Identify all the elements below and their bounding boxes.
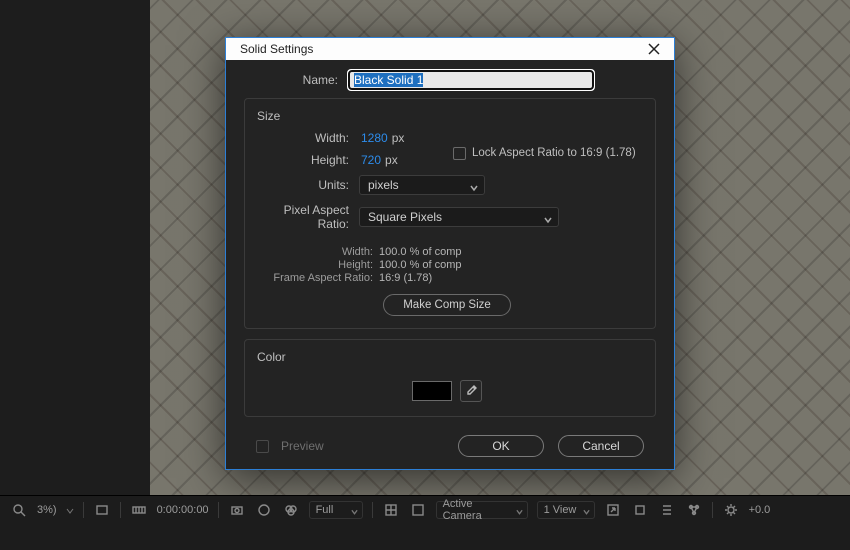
color-group: Color (244, 339, 656, 417)
ok-button[interactable]: OK (458, 435, 544, 457)
width-value[interactable]: 1280 (359, 131, 388, 145)
cancel-button[interactable]: Cancel (558, 435, 644, 457)
width-label: Width: (251, 131, 359, 145)
info-far-value: 16:9 (1.78) (379, 272, 432, 284)
name-row: Name: (240, 70, 660, 90)
divider (372, 502, 373, 518)
par-label: Pixel Aspect Ratio: (251, 203, 359, 231)
quality-select[interactable]: Full (309, 501, 363, 519)
camera-select[interactable]: Active Camera (436, 501, 528, 519)
info-width-value: 100.0 % of comp (379, 246, 462, 258)
left-panel (0, 0, 150, 495)
eyedropper-icon[interactable] (460, 380, 482, 402)
make-comp-size-button[interactable]: Make Comp Size (383, 294, 511, 316)
name-input[interactable] (348, 70, 594, 90)
chevron-down-icon (544, 213, 552, 221)
divider (712, 502, 713, 518)
views-value: 1 View (544, 504, 577, 516)
views-select[interactable]: 1 View (537, 501, 595, 519)
info-width-label: Width: (251, 246, 379, 258)
exposure-readout[interactable]: +0.0 (749, 504, 771, 516)
exposure-icon[interactable] (722, 501, 740, 519)
chevron-down-icon (470, 181, 478, 189)
chevron-down-icon (516, 507, 523, 514)
timecode-readout[interactable]: 0:00:00:00 (157, 504, 209, 516)
preview-label: Preview (281, 439, 324, 453)
grid-icon[interactable] (382, 501, 400, 519)
timecode-icon[interactable] (130, 501, 148, 519)
lock-aspect-label: Lock Aspect Ratio to 16:9 (1.78) (472, 147, 636, 159)
chevron-down-icon (351, 507, 358, 514)
magnify-icon[interactable] (10, 501, 28, 519)
units-value: pixels (368, 178, 399, 192)
units-label: Units: (251, 178, 359, 192)
color-mgmt-icon[interactable] (282, 501, 300, 519)
timeline-icon[interactable] (685, 501, 703, 519)
color-swatch[interactable] (412, 381, 452, 401)
fast-previews-icon[interactable] (658, 501, 676, 519)
lock-aspect-checkbox[interactable] (453, 147, 466, 160)
name-label: Name: (240, 73, 348, 87)
color-group-title: Color (251, 350, 643, 372)
channel-icon[interactable] (255, 501, 273, 519)
guides-icon[interactable] (409, 501, 427, 519)
share-view-icon[interactable] (604, 501, 622, 519)
info-far-label: Frame Aspect Ratio: (251, 272, 379, 284)
solid-settings-dialog: Solid Settings Name: Size Width: 1280 (225, 37, 675, 470)
info-height-label: Height: (251, 259, 379, 271)
chevron-down-icon[interactable] (66, 506, 74, 514)
preview-toggle[interactable]: Preview (256, 439, 324, 453)
height-unit: px (381, 153, 398, 167)
width-unit: px (388, 131, 405, 145)
camera-value: Active Camera (443, 498, 511, 522)
par-select[interactable]: Square Pixels (359, 207, 559, 227)
info-height-value: 100.0 % of comp (379, 259, 462, 271)
app-root: Solid Settings Name: Size Width: 1280 (0, 0, 850, 550)
size-group-title: Size (251, 109, 643, 131)
resolution-icon[interactable] (93, 501, 111, 519)
viewer-toolbar: 3%) 0:00:00:00 Full Active Camera (0, 495, 850, 550)
height-label: Height: (251, 153, 359, 167)
dialog-body: Name: Size Width: 1280 px Height: (226, 60, 674, 469)
divider (83, 502, 84, 518)
dialog-title: Solid Settings (240, 42, 644, 56)
preview-checkbox[interactable] (256, 440, 269, 453)
units-select[interactable]: pixels (359, 175, 485, 195)
dialog-titlebar: Solid Settings (226, 38, 674, 60)
divider (120, 502, 121, 518)
chevron-down-icon (583, 507, 590, 514)
height-value[interactable]: 720 (359, 153, 381, 167)
zoom-readout[interactable]: 3%) (37, 504, 57, 516)
quality-value: Full (316, 504, 334, 516)
par-value: Square Pixels (368, 210, 442, 224)
divider (218, 502, 219, 518)
close-icon[interactable] (644, 39, 664, 59)
size-group: Size Width: 1280 px Height: 720 px (244, 98, 656, 329)
pixel-aspect-icon[interactable] (631, 501, 649, 519)
dialog-footer: Preview OK Cancel (240, 427, 660, 469)
snapshot-icon[interactable] (228, 501, 246, 519)
